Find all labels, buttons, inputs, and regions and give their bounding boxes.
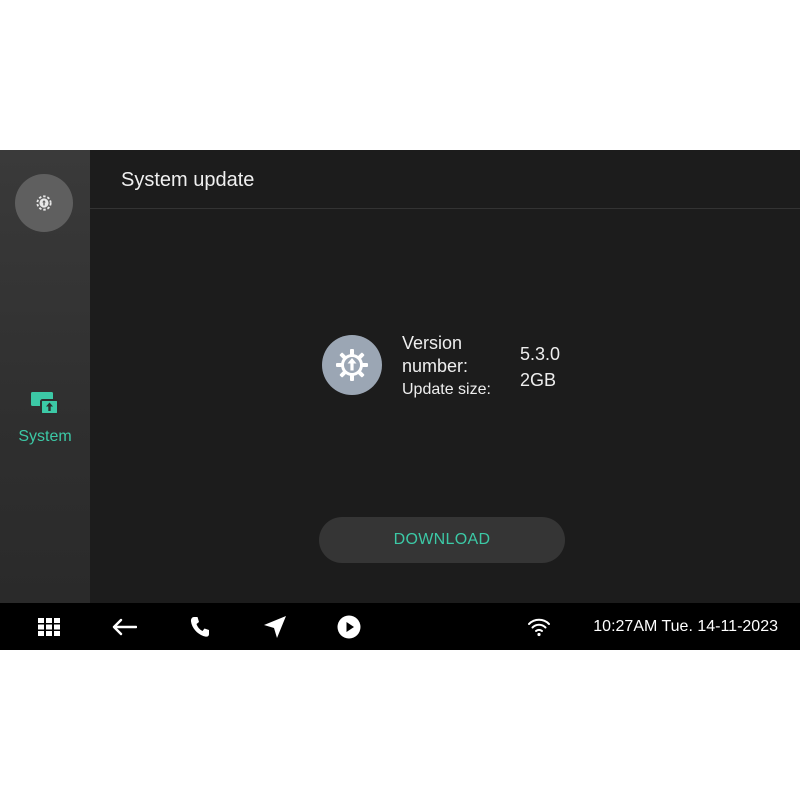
version-value: 5.3.0 [520,344,561,364]
version-label: Version number: [402,333,469,376]
sidebar-item-system[interactable]: System [0,390,90,460]
sidebar-item-label: System [18,428,72,445]
settings-button[interactable] [15,174,73,232]
system-update-icon [28,390,62,420]
status-clock: 10:27AM Tue. 14-11-2023 [593,617,778,635]
main-panel: System update Version number: 5.3.0 Upda… [90,150,800,603]
download-button[interactable]: DOWNLOAD [319,517,565,563]
settings-update-icon [31,190,57,216]
apps-grid-icon[interactable] [34,603,64,650]
play-icon[interactable] [334,603,364,650]
update-size-label: Update size: [402,381,491,398]
phone-icon[interactable] [186,603,214,650]
page-title: System update [121,169,255,191]
head-unit-screen: System System update Version number: 5.3… [0,150,800,650]
update-size-value: 2GB [520,370,557,390]
header: System update [90,150,800,209]
back-arrow-icon[interactable] [108,603,140,650]
gear-upload-icon [322,335,382,395]
navigation-icon[interactable] [260,603,290,650]
sidebar: System [0,150,90,603]
wifi-icon[interactable] [524,603,554,650]
taskbar: 10:27AM Tue. 14-11-2023 [0,603,800,650]
